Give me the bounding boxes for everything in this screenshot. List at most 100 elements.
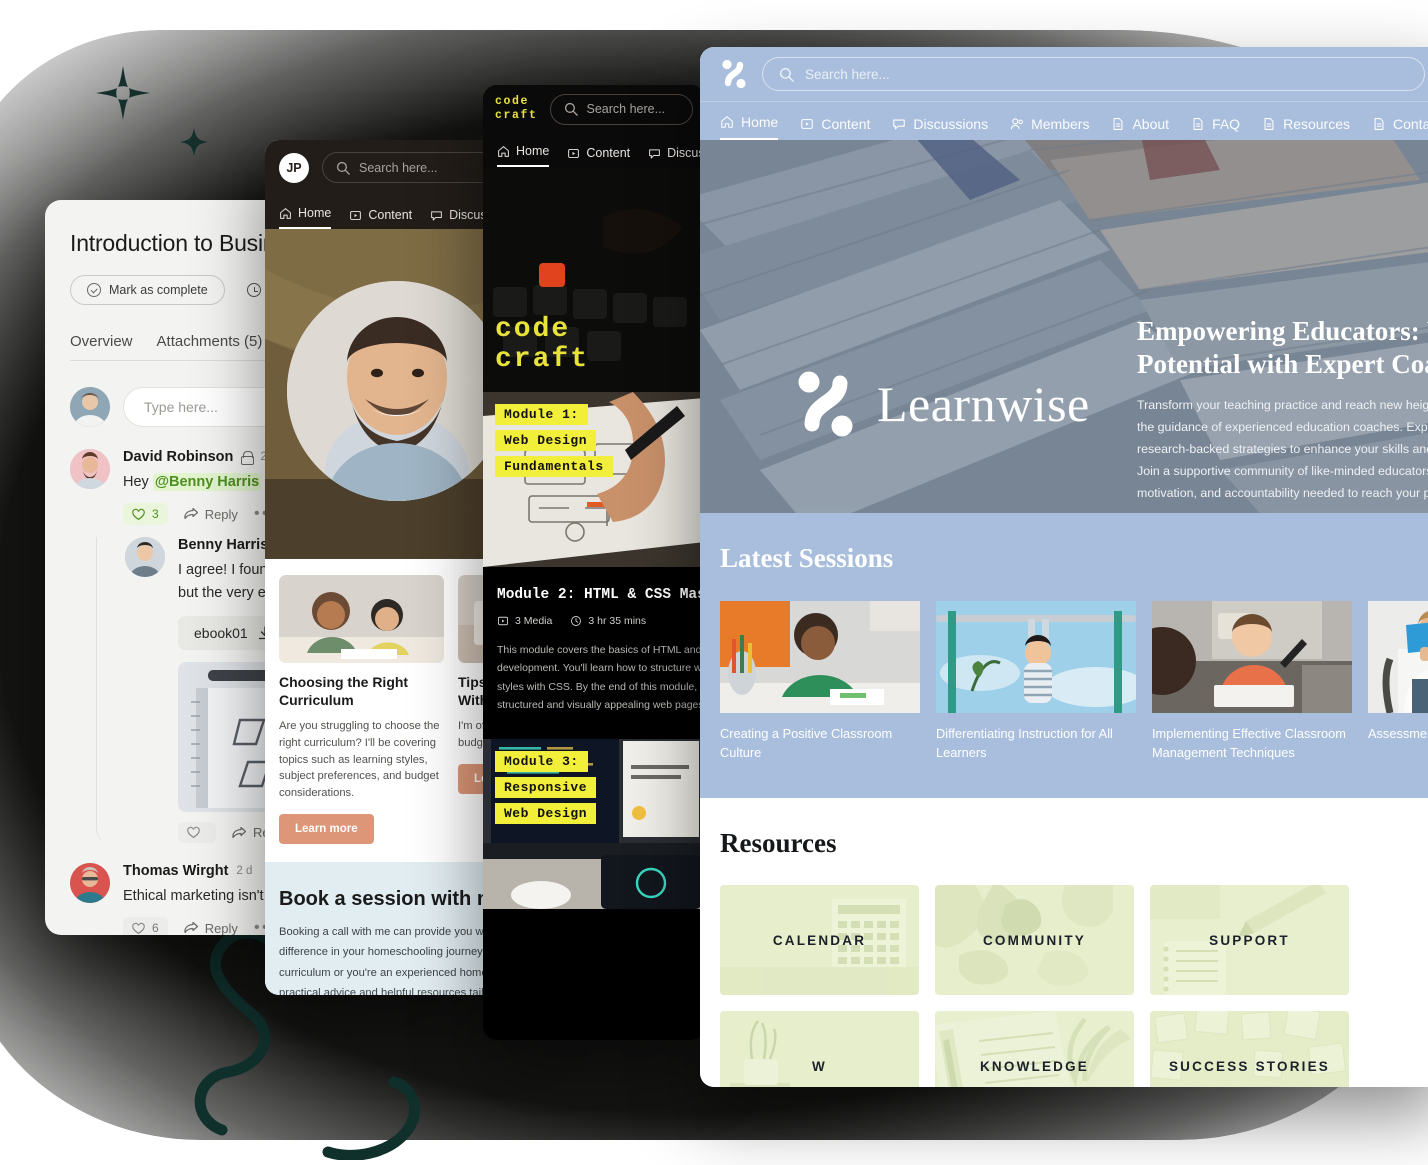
nav-item-discussions[interactable]: Discussions <box>648 146 705 167</box>
content-icon <box>350 210 362 220</box>
hero-heading-line-2: Potential with Expert Coachin <box>1137 348 1428 379</box>
nav-item-faq[interactable]: FAQ <box>1191 116 1240 140</box>
like-button[interactable] <box>178 822 216 844</box>
booking-line-1: Booking a call with me can provide you w… <box>279 925 521 938</box>
avatar-image <box>125 537 165 578</box>
tab-attachments[interactable]: Attachments (5) <box>157 333 263 361</box>
resource-card-community[interactable]: COMMUNITY <box>935 885 1134 996</box>
resource-card-knowledge[interactable]: KNOWLEDGE <box>935 1011 1134 1087</box>
learnwise-logo-icon[interactable] <box>720 59 748 89</box>
comment-author: David Robinson <box>123 449 234 465</box>
duration-label: 3 hr 35 mins <box>588 615 647 627</box>
nav-item-contact[interactable]: Contact <box>1372 116 1428 140</box>
module-desc-line-2: development. You'll learn how to structu… <box>497 662 705 675</box>
search-input[interactable]: Search here... <box>762 57 1425 91</box>
codecraft-logo[interactable]: code craft <box>495 95 538 122</box>
avatar[interactable]: JP <box>279 152 309 183</box>
avatar <box>70 387 110 427</box>
reply-button[interactable]: Reply <box>184 921 238 935</box>
codecraft-nav[interactable]: Home Content Discussions <box>483 133 705 167</box>
avatar-image <box>70 863 110 904</box>
learn-more-button[interactable]: Learn more <box>279 813 374 844</box>
highlight-line-3: Web Design <box>495 802 597 824</box>
discussions-icon <box>649 148 660 158</box>
learnwise-window[interactable]: Search here... Home Content Discussions … <box>700 47 1428 1087</box>
module-desc-line-3: styles with CSS. By the end of this modu… <box>497 680 705 693</box>
hero-heading-line-1: Empowering Educators: Unlo <box>1137 316 1428 346</box>
reply-button[interactable]: Reply <box>184 507 238 522</box>
home-icon <box>498 145 509 157</box>
content-icon <box>801 119 814 129</box>
like-button[interactable]: 6 <box>123 917 168 935</box>
hero-body-line-5: motivation, and accountability needed to… <box>1137 486 1428 501</box>
module-1-highlight: Module 1: Web Design Fundamentals <box>495 404 613 477</box>
mark-complete-label: Mark as complete <box>109 283 208 297</box>
session-card[interactable]: Assessment Learning <box>1368 601 1428 762</box>
members-icon <box>1010 118 1024 130</box>
nav-item-resources[interactable]: Resources <box>1262 116 1350 140</box>
hero-word-line-2: craft <box>495 343 590 375</box>
nav-item-home[interactable]: Home <box>279 206 332 229</box>
avatar-image <box>70 387 110 427</box>
nav-label: Contact <box>1393 116 1428 132</box>
module-desc-line-1: This module covers the basics of HTML an… <box>497 644 705 656</box>
reply-label: Reply <box>204 920 238 935</box>
resources-grid: CALENDAR COMMUNITY SUPPORT W KNOWLEDGE S… <box>720 885 1425 1087</box>
nav-item-home[interactable]: Home <box>720 114 779 140</box>
session-card[interactable]: Implementing Effective Classroom Managem… <box>1152 601 1352 762</box>
comment-author: Thomas Wirght <box>123 863 229 880</box>
hero-body-line-3: research-backed strategies to enhance yo… <box>1137 442 1428 457</box>
child-monkeybars-photo <box>936 601 1136 713</box>
nav-label: Discussions <box>913 116 989 132</box>
document-icon <box>1114 118 1123 130</box>
resource-card-webinars[interactable]: W <box>720 1011 919 1087</box>
highlight-line-2: Web Design <box>495 430 597 451</box>
nav-item-discussions[interactable]: Discussions <box>892 116 988 140</box>
nav-item-content[interactable]: Content <box>567 146 630 167</box>
profile-photo <box>287 281 507 501</box>
attachment-name: ebook01 <box>194 625 248 642</box>
tutoring-photo <box>279 575 444 663</box>
highlight-line-1: Module 3: <box>495 750 588 772</box>
resource-card-support[interactable]: SUPPORT <box>1150 885 1349 996</box>
nav-item-content[interactable]: Content <box>349 208 412 229</box>
profile-photo-image <box>287 281 507 501</box>
nav-item-about[interactable]: About <box>1111 116 1169 140</box>
module-meta: 3 Media 3 hr 35 mins <box>497 615 691 627</box>
reply-icon <box>232 826 246 838</box>
search-placeholder: Search here... <box>586 102 666 116</box>
session-card[interactable]: Differentiating Instruction for All Lear… <box>936 601 1136 762</box>
hero-copy: Empowering Educators: Unlo Potential wit… <box>1137 315 1428 513</box>
resources-heading: Resources <box>720 828 837 859</box>
mark-as-complete-button[interactable]: Mark as complete <box>70 275 225 305</box>
nav-item-content[interactable]: Content <box>800 116 870 140</box>
student-with-book-photo <box>1368 601 1428 713</box>
learnwise-nav[interactable]: Home Content Discussions Members About F… <box>700 102 1428 140</box>
learnwise-glyph-icon <box>798 371 853 437</box>
module-title: Module 2: HTML & CSS Mastery <box>497 587 705 603</box>
search-icon <box>336 161 350 175</box>
resource-card-success-stories[interactable]: SUCCESS STORIES <box>1150 1011 1349 1087</box>
codecraft-window[interactable]: code craft Search here... Home Content D… <box>483 85 705 1040</box>
nav-label: Members <box>1031 116 1090 132</box>
mention-chip[interactable]: @Benny Harris <box>152 473 262 491</box>
session-card[interactable]: Creating a Positive Classroom Culture <box>720 601 920 762</box>
session-image <box>1152 601 1352 713</box>
module-1-image[interactable]: Module 1: Web Design Fundamentals <box>483 392 705 567</box>
search-input[interactable]: Search here... <box>549 93 693 125</box>
hero-word-line-1: code <box>495 314 571 346</box>
like-button[interactable]: 3 <box>123 503 168 526</box>
module-3-image[interactable]: Module 3: Responsive Web Design <box>483 738 705 909</box>
nav-item-members[interactable]: Members <box>1010 116 1089 140</box>
tab-overview[interactable]: Overview <box>70 333 133 361</box>
codecraft-hero-wordmark: code craft <box>495 315 589 374</box>
heart-icon <box>132 508 145 520</box>
nav-label: Resources <box>1283 116 1350 132</box>
resource-label-line-1: SUCCESS STORIES <box>1168 1058 1331 1074</box>
reply-icon <box>184 922 198 934</box>
nav-item-home[interactable]: Home <box>497 144 550 167</box>
comment-time: 2 d <box>236 865 253 878</box>
card-item[interactable]: Choosing the Right Curriculum Are you st… <box>279 575 444 844</box>
resource-label: SUCCESS STORIES <box>1169 1057 1330 1077</box>
resource-card-calendar[interactable]: CALENDAR <box>720 885 919 996</box>
